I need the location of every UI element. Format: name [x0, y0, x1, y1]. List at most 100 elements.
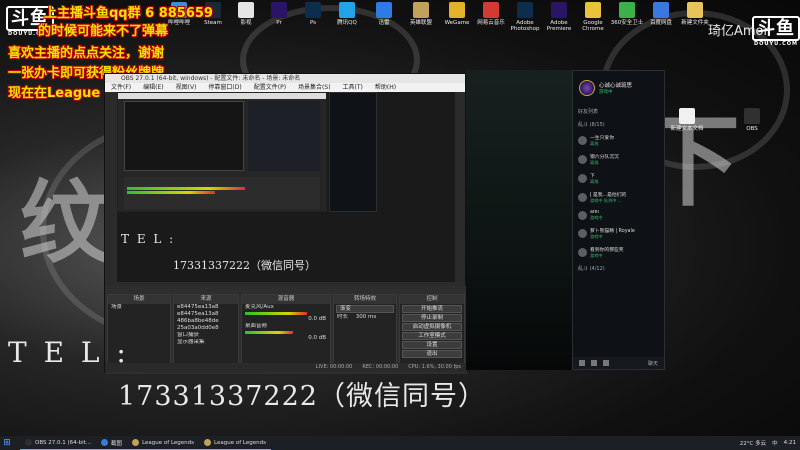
scenes-dock-title: 场景 — [108, 295, 170, 304]
desktop-icon[interactable]: 百度网盘 — [644, 2, 678, 26]
desktop-icon[interactable]: Google Chrome — [576, 2, 610, 32]
desktop-icon[interactable]: WeGame — [440, 2, 474, 26]
friend-name: J 是我...是他们的 — [590, 193, 627, 198]
friend-item[interactable]: 萝卜熊猫精 | Royale 游戏中 — [573, 224, 664, 243]
desktop-icon[interactable]: Ps — [296, 2, 330, 26]
desktop-icon[interactable]: 迅雷 — [367, 2, 401, 26]
desktop-icon[interactable]: 网易云音乐 — [474, 2, 508, 26]
desktop-icon[interactable]: 英雄联盟 — [404, 2, 438, 26]
taskbar-app-icon — [132, 439, 140, 446]
friend-text: afei 游戏中 — [590, 210, 603, 221]
obs-menu-item[interactable]: 工具(T) — [343, 83, 363, 92]
desktop-icon-label: 新建文本文档 — [670, 126, 704, 132]
transition-dock[interactable]: 转场特效 渐变 时长 300 ms — [333, 294, 397, 372]
taskbar: ⊞ OBS 27.0.1 (64-bit... 截图 League of Legen… — [0, 436, 800, 450]
settings-icon[interactable] — [603, 360, 609, 366]
desktop-icon[interactable]: 360安全卫士 — [610, 2, 644, 26]
app-icon — [305, 2, 321, 18]
friends-self-header[interactable]: 心诚心诚琉思 游戏中 — [573, 71, 664, 105]
friend-status: 离线 — [590, 160, 599, 165]
friend-item[interactable]: afei 游戏中 — [573, 207, 664, 224]
desktop-icon-label: WeGame — [444, 20, 470, 26]
friends-group-label[interactable]: 乱斗 (8/15) — [573, 118, 664, 131]
friends-footer: 聊天 — [573, 357, 664, 369]
friends-list: 一生只爱你 离线 钢六分队沉沉 离线下离线 J 是我...是他们的 游戏中 队列中 ...… — [573, 131, 664, 262]
friend-name: 下 — [590, 174, 595, 179]
taskbar-button[interactable]: OBS 27.0.1 (64-bit... — [20, 436, 97, 450]
taskbar-button[interactable]: League of Legends — [199, 436, 271, 450]
taskbar-button[interactable]: League of Legends — [127, 436, 200, 450]
overlay-phone-number: 17331337222（微信同号） — [118, 381, 486, 412]
douyu-logo-domain-right: DOUYU.COM — [754, 41, 798, 47]
obs-menu-item[interactable]: 编辑(E) — [143, 83, 163, 92]
control-button[interactable]: 工作室模式 — [402, 332, 462, 340]
control-button[interactable]: 停止录制 — [402, 314, 462, 322]
source-item[interactable]: 窗口捕获 — [174, 332, 238, 339]
desktop-icon[interactable]: Pr — [262, 2, 296, 26]
sources-dock[interactable]: 来源 e84475ea13a8 e84475ea13a8 486ba8be48de 2… — [173, 294, 239, 372]
clock[interactable]: 4:21 — [784, 440, 796, 446]
control-button[interactable]: 启动虚拟摄像机 — [402, 323, 462, 331]
desktop-icon[interactable]: 新建文本文档 — [670, 108, 704, 132]
source-item[interactable]: 486ba8be48de — [174, 318, 238, 325]
friend-avatar — [578, 193, 587, 202]
desktop-icon-label: 网易云音乐 — [477, 20, 505, 26]
add-friend-icon[interactable] — [591, 360, 597, 366]
desktop-icon-label: Ps — [309, 20, 317, 26]
control-button[interactable]: 退出 — [402, 350, 462, 358]
friend-avatar — [578, 155, 587, 164]
app-icon — [679, 108, 695, 124]
friend-item[interactable]: J 是我...是他们的 游戏中 队列中 ... — [573, 188, 664, 207]
obs-menu-item[interactable]: 帮助(H) — [375, 83, 396, 92]
nested-friends-capture — [329, 92, 377, 212]
desktop-icon-label: 影视 — [240, 20, 252, 26]
transition-duration-value[interactable]: 300 ms — [356, 314, 376, 320]
desktop-icon[interactable]: 影视 — [229, 2, 263, 26]
input-language[interactable]: 中 — [772, 439, 778, 447]
chat-icon[interactable] — [579, 360, 585, 366]
mixer-track-desktop-label: 桌面音频 — [245, 323, 268, 329]
obs-menu-item[interactable]: 场景集合(S) — [298, 83, 331, 92]
obs-menu-item[interactable]: 停靠窗口(D) — [208, 83, 241, 92]
source-item[interactable]: e84475ea13a8 — [174, 304, 238, 311]
app-icon — [517, 2, 533, 18]
obs-menu-item[interactable]: 文件(F) — [111, 83, 131, 92]
control-button[interactable]: 设置 — [402, 341, 462, 349]
weather-widget[interactable]: 22°C 多云 — [740, 439, 766, 447]
friend-item[interactable]: 下离线 — [573, 169, 664, 188]
desktop-icon-label: 英雄联盟 — [409, 20, 432, 26]
source-item[interactable]: e84475ea13a8 — [174, 311, 238, 318]
controls-dock[interactable]: 控制 开始推流 停止录制 启动虚拟摄像机 工作室模式 设置 退出 — [399, 294, 465, 372]
desktop-icon[interactable]: 腾讯QQ — [330, 2, 364, 26]
scene-item[interactable]: 场景 — [108, 304, 170, 311]
friend-item[interactable]: 看到你的那些笑 游戏中 — [573, 243, 664, 262]
friends-group2-label[interactable]: 乱斗 (4/12) — [573, 262, 664, 275]
desktop-icon-label: Pr — [276, 20, 282, 26]
transition-select[interactable]: 渐变 — [336, 305, 394, 313]
mixer-dock[interactable]: 混音器 麦克风/Aux 0.0 dB 桌面音频 0.0 dB — [241, 294, 331, 372]
taskbar-button[interactable]: 截图 — [96, 436, 128, 450]
desktop-icon[interactable]: OBS — [735, 108, 769, 132]
windows-start-icon[interactable]: ⊞ — [0, 436, 14, 450]
obs-menu-item[interactable]: 配置文件(P) — [254, 83, 286, 92]
source-item[interactable]: 显示器采集 — [174, 339, 238, 346]
obs-window[interactable]: OBS 27.0.1 (64-bit, windows) - 配置文件: 未命名… — [104, 73, 467, 374]
obs-title-bar: OBS 27.0.1 (64-bit, windows) - 配置文件: 未命名… — [105, 74, 465, 83]
friend-item[interactable]: 钢六分队沉沉 离线 — [573, 150, 664, 169]
desktop-icon-label: Adobe Photoshop — [510, 20, 540, 33]
taskbar-app-icon — [204, 439, 212, 446]
source-item[interactable]: 25a03a0dd0e8 — [174, 325, 238, 332]
desktop-icon[interactable]: 新建文件夹 — [678, 2, 712, 26]
mixer-dock-title: 混音器 — [242, 295, 330, 304]
obs-menu-item[interactable]: 视图(V) — [176, 83, 197, 92]
friends-panel[interactable]: 心诚心诚琉思 游戏中 好友列表 乱斗 (8/15) 一生只爱你 离线 钢六分队沉沉离… — [572, 70, 665, 370]
friend-name: 萝卜熊猫精 | Royale — [590, 229, 635, 234]
obs-preview-canvas[interactable]: T E L : 17331337222（微信同号） — [117, 92, 455, 282]
control-button[interactable]: 开始推流 — [402, 305, 462, 313]
douyu-logo-text-right: 斗鱼 — [752, 16, 800, 41]
desktop-icon-label: OBS — [746, 126, 758, 132]
desktop-icon[interactable]: Adobe Photoshop — [508, 2, 542, 32]
friend-item[interactable]: 一生只爱你 离线 — [573, 131, 664, 150]
desktop-icon[interactable]: Adobe Premiere — [542, 2, 576, 32]
friend-avatar — [578, 229, 587, 238]
